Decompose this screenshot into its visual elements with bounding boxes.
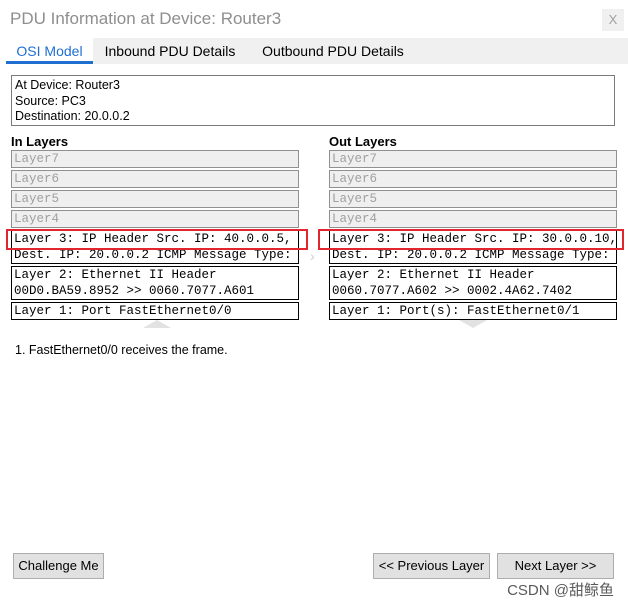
tab-osi-model[interactable]: OSI Model (6, 38, 93, 64)
challenge-me-button[interactable]: Challenge Me (13, 553, 104, 579)
source-line: Source: PC3 (15, 93, 86, 108)
in-layer2-line2: 00D0.BA59.8952 >> 0060.7077.A601 (14, 284, 255, 298)
tab-label: OSI Model (16, 43, 83, 59)
destination-line: Destination: 20.0.0.2 (15, 109, 130, 123)
out-layer5[interactable]: Layer5 (329, 190, 617, 208)
in-layer2[interactable]: Layer 2: Ethernet II Header 00D0.BA59.89… (11, 266, 299, 300)
tab-inbound-pdu-details[interactable]: Inbound PDU Details (97, 38, 243, 64)
out-layer2[interactable]: Layer 2: Ethernet II Header 0060.7077.A6… (329, 266, 617, 300)
in-layer2-line1: Layer 2: Ethernet II Header (14, 268, 217, 282)
active-tab-indicator (6, 61, 93, 64)
close-button[interactable]: X (602, 9, 624, 31)
tab-bar: OSI Model Inbound PDU Details Outbound P… (0, 38, 628, 64)
in-layers-title: In Layers (11, 134, 69, 149)
previous-layer-button[interactable]: << Previous Layer (373, 553, 490, 579)
title-bar: PDU Information at Device: Router3 X (0, 0, 628, 36)
window-title: PDU Information at Device: Router3 (10, 9, 282, 28)
chevron-right-icon: › (310, 248, 315, 264)
step-note: 1. FastEthernet0/0 receives the frame. (15, 343, 228, 357)
in-layer7[interactable]: Layer7 (11, 150, 299, 168)
device-info-box: At Device: Router3 Source: PC3 Destinati… (11, 75, 615, 126)
in-layer5[interactable]: Layer5 (11, 190, 299, 208)
highlight-box-out (318, 229, 624, 250)
in-layer4[interactable]: Layer4 (11, 210, 299, 228)
out-layers-title: Out Layers (329, 134, 397, 149)
up-arrow-icon (143, 320, 171, 328)
down-arrow-icon (459, 320, 487, 328)
out-layer4[interactable]: Layer4 (329, 210, 617, 228)
in-layer1[interactable]: Layer 1: Port FastEthernet0/0 (11, 302, 299, 320)
out-layer1[interactable]: Layer 1: Port(s): FastEthernet0/1 (329, 302, 617, 320)
in-layer6[interactable]: Layer6 (11, 170, 299, 188)
next-layer-button[interactable]: Next Layer >> (497, 553, 614, 579)
highlight-box-in (6, 229, 308, 250)
device-line: At Device: Router3 (15, 78, 120, 92)
out-layer2-line1: Layer 2: Ethernet II Header (332, 268, 535, 282)
out-layer2-line2: 0060.7077.A602 >> 0002.4A62.7402 (332, 284, 573, 298)
out-layer7[interactable]: Layer7 (329, 150, 617, 168)
out-layer6[interactable]: Layer6 (329, 170, 617, 188)
tab-outbound-pdu-details[interactable]: Outbound PDU Details (253, 38, 413, 64)
watermark: CSDN @甜鲸鱼 (507, 582, 614, 599)
